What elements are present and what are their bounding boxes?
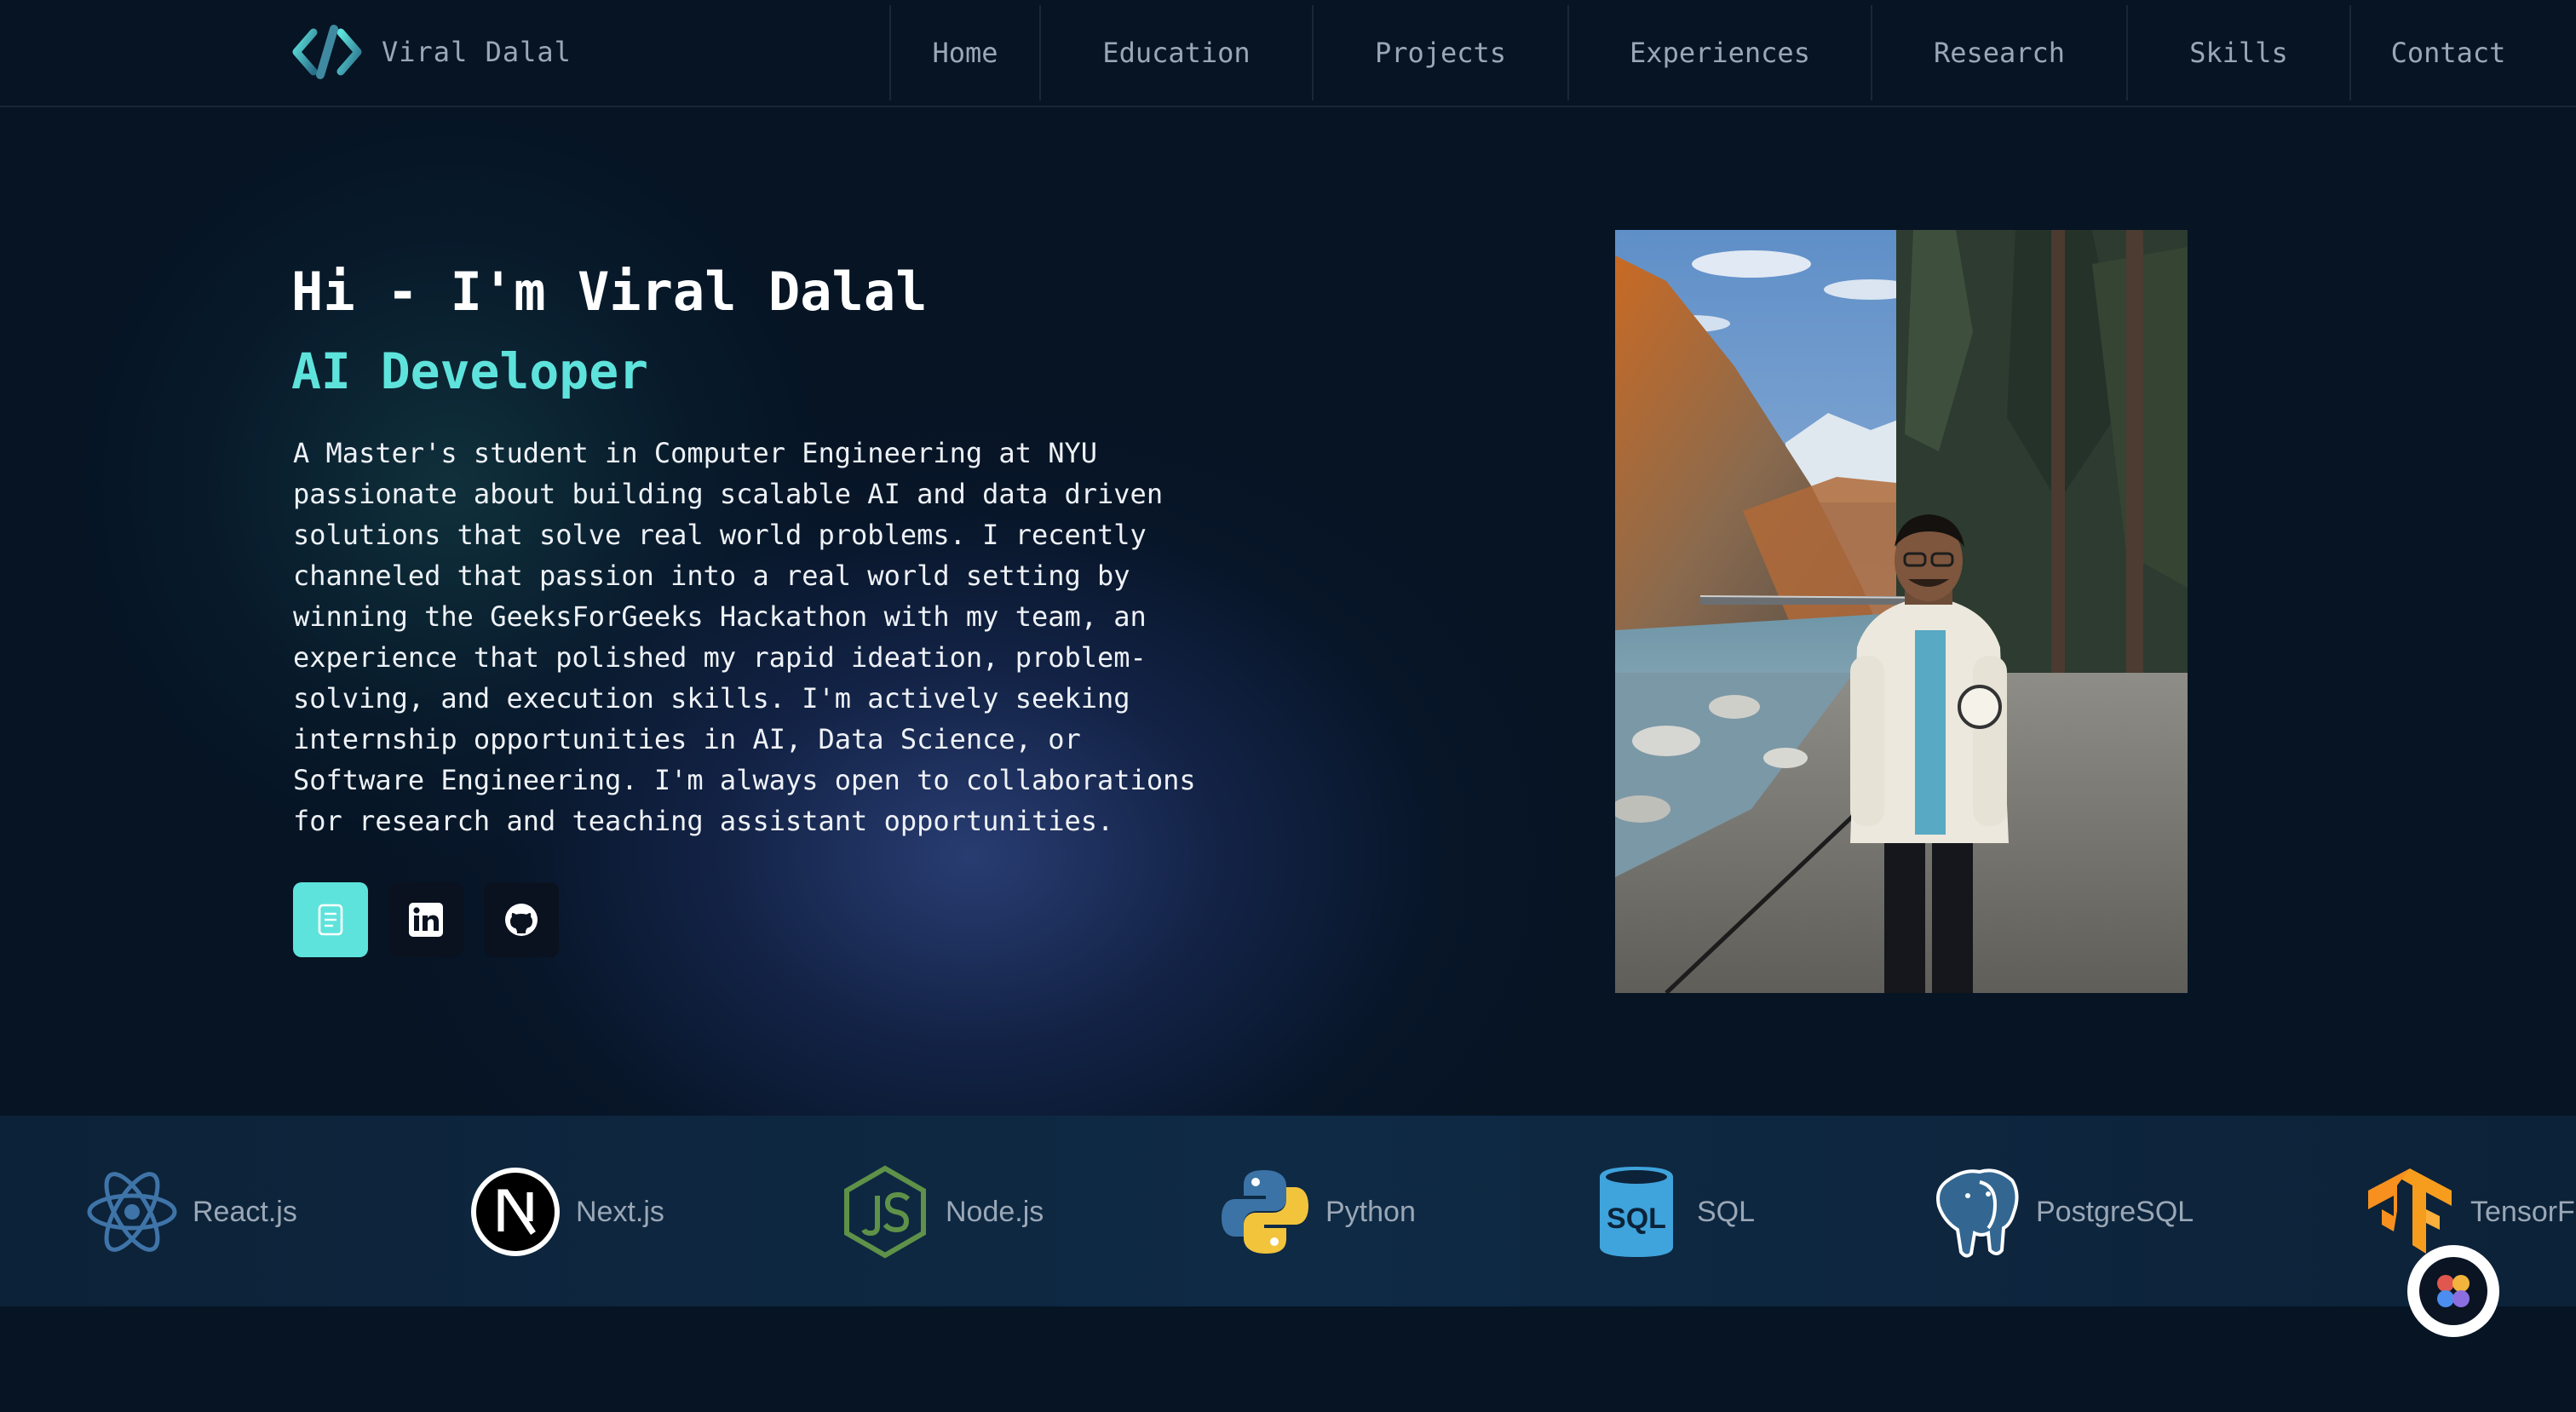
nextjs-icon <box>471 1168 560 1256</box>
tech-item-postgresql: PostgreSQL <box>1929 1165 2194 1259</box>
tech-label-nextjs: Next.js <box>576 1195 664 1228</box>
page: Viral Dalal Home Education Projects Expe… <box>0 0 2576 1412</box>
tech-item-nextjs: Next.js <box>469 1165 664 1259</box>
profile-photo <box>1615 230 2188 993</box>
main-nav: Home Education Projects Experiences Rese… <box>889 5 2545 100</box>
bio-line: experience that polished my rapid ideati… <box>293 641 1147 674</box>
brand-name: Viral Dalal <box>382 36 572 68</box>
brand[interactable]: Viral Dalal <box>291 24 572 80</box>
nav-contact[interactable]: Contact <box>2349 5 2545 100</box>
social-links <box>293 882 559 957</box>
nav-research[interactable]: Research <box>1871 5 2126 100</box>
tech-item-python: Python <box>1218 1165 1416 1259</box>
tech-label-python: Python <box>1325 1195 1416 1228</box>
tech-label-postgresql: PostgreSQL <box>2036 1195 2194 1228</box>
github-button[interactable] <box>484 882 559 957</box>
hero-role: AI Developer <box>291 342 649 400</box>
bio-line: for research and teaching assistant oppo… <box>293 805 1114 837</box>
tech-item-sql: SQL SQL <box>1590 1165 1755 1259</box>
nav-projects[interactable]: Projects <box>1312 5 1567 100</box>
tech-label-sql: SQL <box>1697 1195 1756 1228</box>
bio-line: solving, and execution skills. I'm activ… <box>293 682 1130 715</box>
sql-icon: SQL <box>1600 1167 1673 1257</box>
linkedin-button[interactable] <box>388 882 463 957</box>
nav-skills[interactable]: Skills <box>2126 5 2349 100</box>
hero-bio: A Master's student in Computer Engineeri… <box>293 433 1256 841</box>
bio-line: winning the GeeksForGeeks Hackathon with… <box>293 600 1147 633</box>
nav-home[interactable]: Home <box>889 5 1039 100</box>
postgresql-icon <box>1936 1168 2019 1258</box>
tech-item-react: React.js <box>85 1165 297 1259</box>
github-icon <box>505 904 538 936</box>
nodejs-icon <box>844 1165 926 1259</box>
tech-label-react: React.js <box>193 1195 297 1228</box>
python-icon <box>1222 1170 1308 1254</box>
colorful-dots-icon <box>2437 1275 2470 1307</box>
resume-icon <box>318 904 343 936</box>
nav-experiences[interactable]: Experiences <box>1567 5 1871 100</box>
widget-icon <box>2419 1257 2487 1325</box>
bio-line: Software Engineering. I'm always open to… <box>293 764 1196 796</box>
code-brackets-icon <box>292 25 362 79</box>
tech-item-tensorflow: TensorFlow <box>2363 1165 2576 1259</box>
tech-label-tensorflow: TensorFlow <box>2470 1195 2576 1228</box>
profile-photo-illustration <box>1615 230 2188 993</box>
linkedin-icon <box>409 903 443 937</box>
floating-widget-button[interactable] <box>2407 1245 2499 1337</box>
bio-line: passionate about building scalable AI an… <box>293 478 1164 510</box>
hero-title: Hi - I'm Viral Dalal <box>291 261 928 323</box>
sql-icon-text: SQL <box>1607 1202 1666 1235</box>
resume-button[interactable] <box>293 882 368 957</box>
navbar: Viral Dalal Home Education Projects Expe… <box>0 0 2576 107</box>
react-icon <box>87 1172 177 1252</box>
tech-stack-strip: React.js Next.js Node.js Python SQL SQL … <box>0 1116 2576 1306</box>
tech-label-nodejs: Node.js <box>946 1195 1044 1228</box>
bio-line: A Master's student in Computer Engineeri… <box>293 437 1098 469</box>
bio-line: internship opportunities in AI, Data Sci… <box>293 723 1081 755</box>
tech-item-nodejs: Node.js <box>838 1165 1044 1259</box>
tensorflow-icon <box>2368 1168 2452 1254</box>
bio-line: solutions that solve real world problems… <box>293 519 1147 551</box>
nav-education[interactable]: Education <box>1039 5 1312 100</box>
bio-line: channeled that passion into a real world… <box>293 560 1130 592</box>
